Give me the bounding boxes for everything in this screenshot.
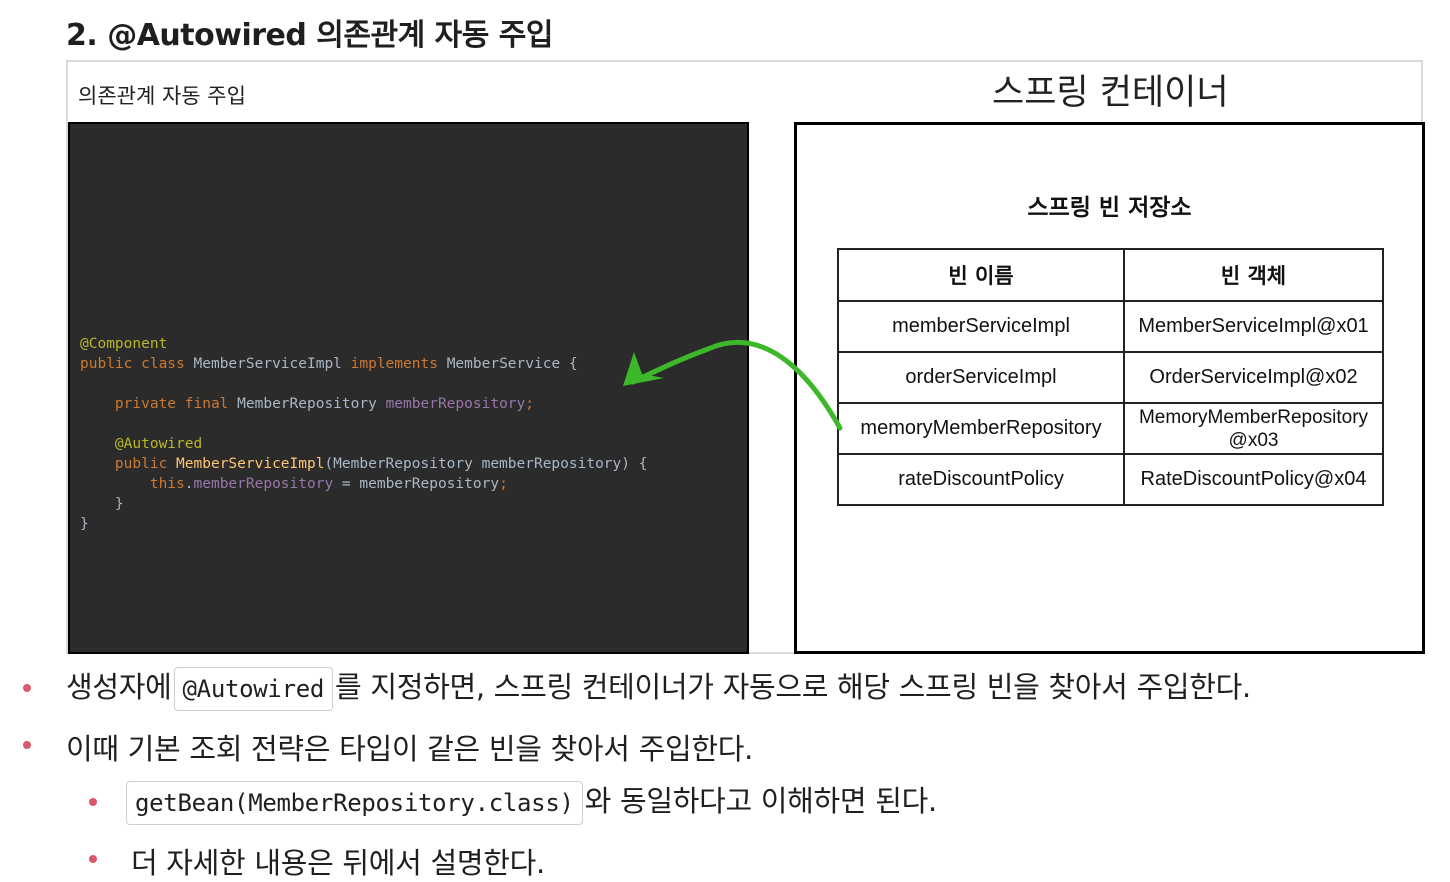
code-close-outer: } — [80, 516, 89, 532]
code-annotation-autowired: @Autowired — [114, 436, 203, 452]
bean-table-header-row: 빈 이름 빈 객체 — [837, 248, 1384, 302]
bean-object-cell: OrderServiceImpl@x02 — [1123, 351, 1384, 404]
section-heading: 2. @Autowired 의존관계 자동 주입 — [66, 18, 554, 53]
code-class-name: MemberServiceImpl — [193, 356, 342, 372]
code-semicolon: ; — [525, 396, 534, 412]
bean-object-header: 빈 객체 — [1123, 248, 1384, 302]
bullet-1-after: 를 지정하면, 스프링 컨테이너가 자동으로 해당 스프링 빈을 찾아서 주입한… — [335, 670, 1251, 704]
code-block: @Component public class MemberServiceImp… — [80, 334, 647, 534]
code-semicolon-2: ; — [499, 476, 508, 492]
code-implements-keyword: implements — [350, 356, 438, 372]
bullet-dot — [23, 741, 31, 749]
bullet-dot — [89, 798, 97, 806]
table-row: rateDiscountPolicy RateDiscountPolicy@x0… — [837, 453, 1384, 506]
table-row: orderServiceImpl OrderServiceImpl@x02 — [837, 351, 1384, 404]
code-annotation-component: @Component — [80, 336, 168, 352]
code-panel: @Component public class MemberServiceImp… — [68, 122, 749, 654]
bullet-3-after: 와 동일하다고 이해하면 된다. — [584, 784, 938, 818]
diagram-figure: 의존관계 자동 주입 스프링 컨테이너 @Component public cl… — [66, 60, 1425, 654]
bean-name-header: 빈 이름 — [837, 248, 1125, 302]
code-public-keyword: public — [114, 456, 168, 472]
code-dot: . — [184, 476, 194, 492]
bullet-4-text: 더 자세한 내용은 뒤에서 설명한다. — [131, 846, 545, 880]
bean-object-cell: MemoryMemberRepository @x03 — [1123, 402, 1384, 455]
list-item: getBean(MemberRepository.class) 와 동일하다고 이… — [124, 778, 937, 825]
spring-container-box: 스프링 빈 저장소 빈 이름 빈 객체 memberServiceImpl Me… — [794, 122, 1425, 654]
figure-caption: 의존관계 자동 주입 — [78, 84, 246, 108]
code-constructor-params: (MemberRepository memberRepository) { — [324, 456, 648, 472]
bean-object-cell: RateDiscountPolicy@x04 — [1123, 453, 1384, 506]
code-field-type: MemberRepository — [237, 396, 377, 412]
bullet-dot — [89, 855, 97, 863]
code-field-modifiers: private final — [114, 396, 229, 412]
bean-table: 빈 이름 빈 객체 memberServiceImpl MemberServic… — [837, 248, 1384, 506]
list-item: 더 자세한 내용은 뒤에서 설명한다. — [131, 840, 545, 882]
code-constructor-name: MemberServiceImpl — [176, 456, 325, 472]
code-this-field: memberRepository — [193, 476, 334, 492]
code-interface-name: MemberService — [446, 356, 561, 372]
inline-code-autowired: @Autowired — [173, 667, 334, 711]
code-close-inner: } — [114, 496, 124, 512]
bullet-dot — [23, 684, 31, 692]
container-title: 스프링 컨테이너 — [992, 73, 1229, 113]
bullet-1-before: 생성자에 — [66, 670, 172, 704]
code-field-name: memberRepository — [385, 396, 526, 412]
inline-code-getbean: getBean(MemberRepository.class) — [126, 781, 583, 825]
list-item: 생성자에 @Autowired 를 지정하면, 스프링 컨테이너가 자동으로 해당 … — [66, 664, 1251, 711]
bean-name-cell: orderServiceImpl — [837, 351, 1125, 404]
bean-store-title: 스프링 빈 저장소 — [1027, 195, 1192, 221]
bean-name-cell: rateDiscountPolicy — [837, 453, 1125, 506]
bean-name-cell: memberServiceImpl — [837, 300, 1125, 353]
bullet-2-text: 이때 기본 조회 전략은 타입이 같은 빈을 찾아서 주입한다. — [66, 732, 754, 766]
code-assign-rhs: = memberRepository — [333, 476, 500, 492]
bean-name-cell: memoryMemberRepository — [837, 402, 1125, 455]
code-this-keyword: this — [149, 476, 185, 492]
table-row: memberServiceImpl MemberServiceImpl@x01 — [837, 300, 1384, 353]
code-open-brace: { — [568, 356, 578, 372]
bean-object-cell: MemberServiceImpl@x01 — [1123, 300, 1384, 353]
list-item: 이때 기본 조회 전략은 타입이 같은 빈을 찾아서 주입한다. — [66, 726, 753, 768]
table-row: memoryMemberRepository MemoryMemberRepos… — [837, 402, 1384, 455]
code-class-keyword: public class — [80, 356, 185, 372]
